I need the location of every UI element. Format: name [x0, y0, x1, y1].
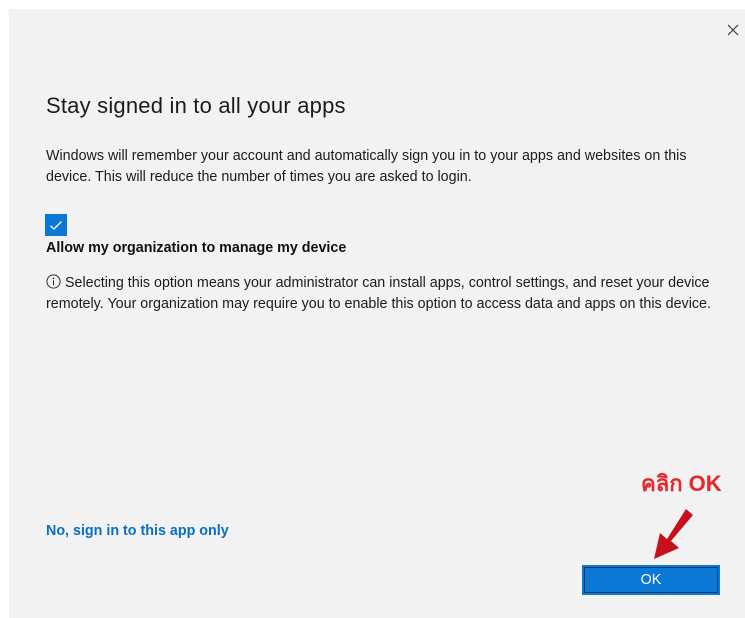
- manage-device-checkbox[interactable]: [45, 214, 67, 236]
- info-text: Selecting this option means your adminis…: [46, 275, 711, 312]
- click-ok-annotation: คลิก OK: [641, 471, 722, 496]
- close-icon: [727, 24, 739, 36]
- info-message: Selecting this option means your adminis…: [46, 273, 726, 314]
- info-icon: [46, 274, 61, 289]
- dialog-description: Windows will remember your account and a…: [46, 148, 687, 185]
- sign-in-this-app-only-link[interactable]: No, sign in to this app only: [46, 523, 229, 539]
- arrow-down-left-icon: [654, 509, 693, 559]
- checkmark-icon: [50, 220, 62, 230]
- dialog-title: Stay signed in to all your apps: [46, 93, 346, 118]
- manage-device-label: Allow my organization to manage my devic…: [46, 240, 347, 256]
- ok-button[interactable]: OK: [582, 565, 720, 595]
- close-button[interactable]: [721, 19, 745, 41]
- sign-in-dialog: Stay signed in to all your apps Windows …: [9, 9, 745, 618]
